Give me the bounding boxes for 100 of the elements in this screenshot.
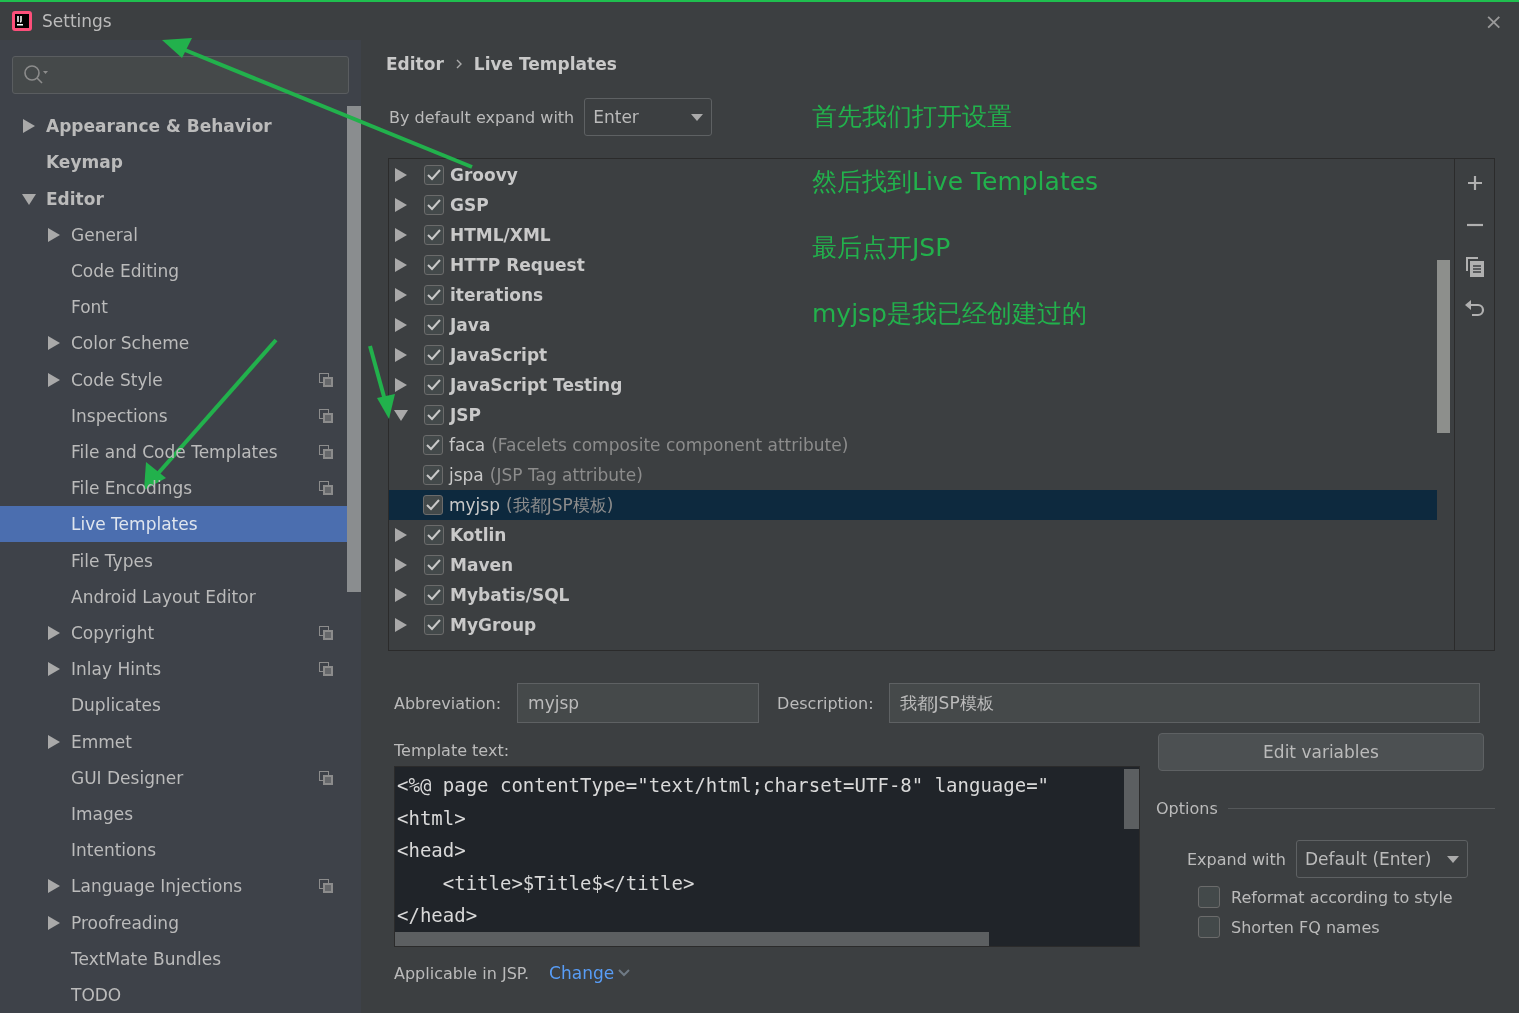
copy-icon: [319, 770, 333, 785]
expanded-arrow-icon[interactable]: [394, 408, 408, 422]
checkbox[interactable]: [1198, 886, 1220, 908]
collapsed-arrow-icon[interactable]: [394, 348, 408, 362]
settings-tree-item[interactable]: Images: [0, 795, 347, 833]
checkbox[interactable]: [424, 315, 444, 335]
collapsed-arrow-icon[interactable]: [394, 528, 408, 542]
copy-icon: [319, 408, 333, 423]
settings-tree-label: Live Templates: [71, 514, 199, 535]
template-group-name: HTTP Request: [450, 255, 585, 275]
checkbox[interactable]: [424, 375, 444, 395]
checkbox[interactable]: [424, 555, 444, 575]
settings-tree-item[interactable]: Inlay Hints: [0, 651, 347, 688]
settings-tree-item[interactable]: File Types: [0, 542, 347, 579]
settings-tree-item[interactable]: Editor: [0, 180, 347, 217]
settings-tree-item[interactable]: Font: [0, 289, 347, 326]
settings-tree-item[interactable]: Android Layout Editor: [0, 578, 347, 615]
collapsed-arrow-icon[interactable]: [394, 318, 408, 332]
collapsed-arrow-icon[interactable]: [47, 336, 61, 351]
collapsed-arrow-icon[interactable]: [47, 625, 61, 640]
checkbox[interactable]: [424, 525, 444, 545]
template-abbreviation: jspa: [449, 465, 484, 485]
checkbox[interactable]: [423, 465, 443, 485]
code-line: </head>: [396, 903, 479, 928]
close-button[interactable]: ×: [1480, 8, 1507, 34]
collapsed-arrow-icon[interactable]: [47, 372, 61, 387]
collapsed-arrow-icon[interactable]: [394, 288, 408, 302]
checkbox[interactable]: [424, 405, 444, 425]
settings-tree-item[interactable]: Inspections: [0, 397, 347, 434]
collapsed-arrow-icon[interactable]: [394, 168, 408, 182]
checkbox[interactable]: [423, 435, 443, 455]
settings-tree-label: Language Injections: [71, 876, 244, 897]
checkbox[interactable]: [424, 195, 444, 215]
selected-template-row[interactable]: myjsp (我都JSP模板): [389, 490, 1437, 520]
settings-tree-item[interactable]: Keymap: [0, 144, 347, 181]
settings-tree-item[interactable]: Code Style: [0, 361, 347, 398]
checkbox[interactable]: [423, 495, 443, 515]
template-group-name: Mybatis/SQL: [450, 585, 570, 605]
collapsed-arrow-icon[interactable]: [394, 258, 408, 272]
expand-with-dropdown[interactable]: Default (Enter): [1295, 840, 1468, 878]
checkbox[interactable]: [424, 285, 444, 305]
collapsed-arrow-icon[interactable]: [394, 588, 408, 602]
settings-tree-label: TextMate Bundles: [71, 948, 223, 969]
settings-tree-item[interactable]: General: [0, 216, 347, 253]
scrollbar-thumb[interactable]: [1437, 260, 1450, 433]
scrollbar-thumb[interactable]: [395, 932, 989, 946]
settings-tree-item[interactable]: Live Templates: [0, 506, 347, 543]
settings-tree-item[interactable]: Copyright: [0, 614, 347, 652]
checkbox[interactable]: [424, 165, 444, 185]
settings-tree-item[interactable]: TODO: [0, 976, 347, 1013]
checkbox[interactable]: [424, 585, 444, 605]
collapsed-arrow-icon[interactable]: [394, 198, 408, 212]
checkbox[interactable]: [424, 615, 444, 635]
abbreviation-field[interactable]: myjsp: [517, 683, 760, 723]
settings-tree-item[interactable]: Emmet: [0, 723, 347, 760]
settings-tree-label: Keymap: [46, 152, 124, 173]
settings-tree-item[interactable]: File Encodings: [0, 470, 347, 507]
expanded-arrow-icon[interactable]: [22, 191, 36, 206]
chevron-right-icon: [455, 59, 462, 69]
settings-tree-item[interactable]: Intentions: [0, 832, 347, 869]
expand-dropdown[interactable]: Enter: [584, 98, 713, 136]
collapsed-arrow-icon[interactable]: [394, 378, 408, 392]
collapsed-arrow-icon[interactable]: [394, 558, 408, 572]
settings-tree-item[interactable]: Proofreading: [0, 904, 347, 941]
settings-tree-item[interactable]: Code Editing: [0, 252, 347, 289]
edit-variables-button[interactable]: Edit variables: [1158, 733, 1484, 771]
copy-icon: [319, 662, 333, 677]
change-link[interactable]: Change: [549, 963, 631, 983]
description-field[interactable]: 我都JSP模板: [888, 683, 1480, 723]
breadcrumb-item[interactable]: Live Templates: [473, 54, 617, 74]
breadcrumb-item[interactable]: Editor: [386, 54, 444, 74]
settings-tree-item[interactable]: Appearance & Behavior: [0, 108, 347, 145]
search-field[interactable]: [12, 56, 349, 94]
checkbox[interactable]: [424, 225, 444, 245]
scrollbar-thumb[interactable]: [347, 106, 361, 592]
collapsed-arrow-icon[interactable]: [22, 119, 36, 134]
search-icon: [23, 64, 49, 86]
checkbox[interactable]: [424, 345, 444, 365]
settings-tree-label: Code Editing: [71, 260, 181, 281]
collapsed-arrow-icon[interactable]: [47, 915, 61, 930]
template-text-editor[interactable]: <%@ page contentType="text/html;charset=UTF-8" language=" <html> <head> <title>$Title$</title> </head>: [394, 766, 1140, 947]
collapsed-arrow-icon[interactable]: [47, 879, 61, 894]
template-group-name: JavaScript Testing: [450, 375, 623, 395]
settings-tree-item[interactable]: TextMate Bundles: [0, 940, 347, 977]
checkbox[interactable]: [424, 255, 444, 275]
collapsed-arrow-icon[interactable]: [394, 618, 408, 632]
settings-tree-item[interactable]: Language Injections: [0, 868, 347, 905]
abbreviation-label: Abbreviation:: [394, 693, 502, 713]
template-group-name: HTML/XML: [450, 225, 551, 245]
collapsed-arrow-icon[interactable]: [47, 662, 61, 677]
chevron-down-icon: [618, 969, 631, 977]
checkbox[interactable]: [1198, 916, 1220, 938]
settings-tree-item[interactable]: Duplicates: [0, 687, 347, 724]
collapsed-arrow-icon[interactable]: [394, 228, 408, 242]
settings-tree-item[interactable]: Color Scheme: [0, 325, 347, 362]
settings-tree-label: Copyright: [71, 622, 156, 643]
collapsed-arrow-icon[interactable]: [47, 734, 61, 749]
collapsed-arrow-icon[interactable]: [47, 227, 61, 242]
settings-tree-item[interactable]: GUI Designer: [0, 759, 347, 796]
scrollbar-thumb[interactable]: [1124, 769, 1139, 829]
